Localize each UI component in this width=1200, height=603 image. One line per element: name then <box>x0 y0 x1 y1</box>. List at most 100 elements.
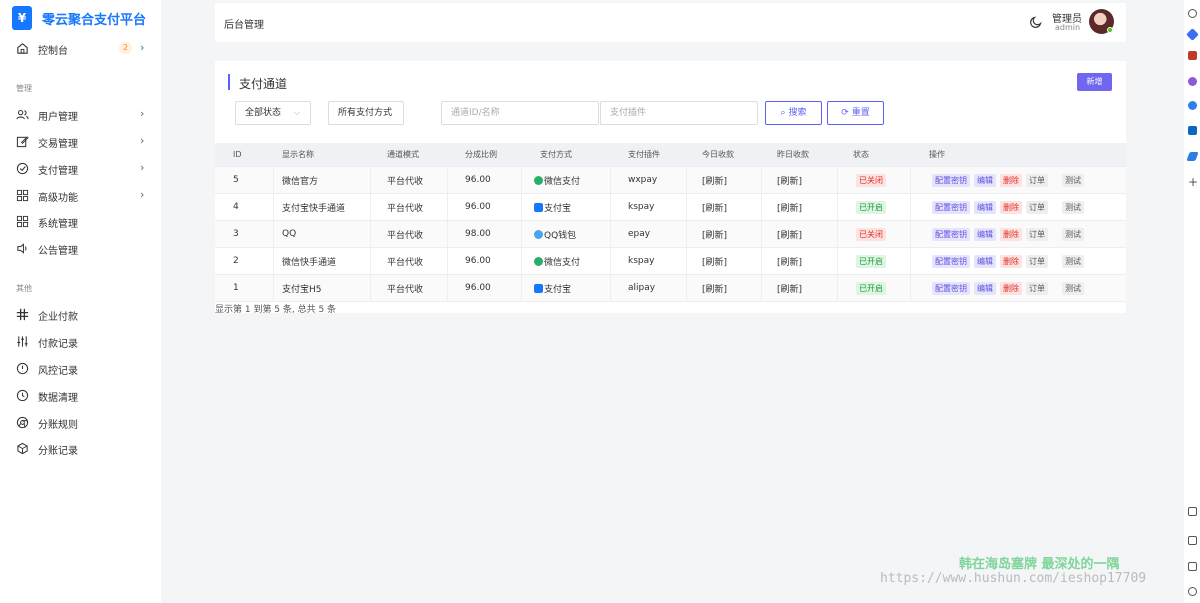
refresh-yesterday-link[interactable]: [刷新] <box>777 248 802 274</box>
edit-button[interactable]: 编辑 <box>974 281 996 295</box>
config-key-button[interactable]: 配置密钥 <box>932 254 970 268</box>
column-divider <box>370 194 371 220</box>
edit-button[interactable]: 编辑 <box>974 227 996 241</box>
sidebar-item-system[interactable]: 系统管理 <box>0 211 161 231</box>
sidebar-item-advanced[interactable]: 高级功能 › <box>0 185 161 205</box>
status-select-value: 全部状态 <box>245 108 282 118</box>
delete-button[interactable]: 删除 <box>1000 200 1022 214</box>
status-badge[interactable]: 已开启 <box>856 254 886 268</box>
status-badge[interactable]: 已关闭 <box>856 227 886 241</box>
column-divider <box>910 194 911 220</box>
screen-capture-icon[interactable] <box>1188 507 1197 516</box>
copilot-icon[interactable] <box>1188 101 1197 110</box>
alert-circle-icon <box>16 362 29 375</box>
column-header: 支付方式 <box>540 150 572 159</box>
page-title: 后台管理 <box>224 20 264 31</box>
sidebar-item-split-rules[interactable]: 分账规则 <box>0 412 161 432</box>
search-icon[interactable] <box>1188 9 1197 18</box>
gear-icon[interactable] <box>1188 587 1197 596</box>
edit-button[interactable]: 编辑 <box>974 254 996 268</box>
sidebar-item-dashboard[interactable]: 控制台 2 › <box>0 38 161 58</box>
orders-button[interactable]: 订单 <box>1026 254 1048 268</box>
sidebar-item-users[interactable]: 用户管理 › <box>0 104 161 124</box>
tag-icon[interactable] <box>1186 28 1199 41</box>
payment-method-label: 微信支付 <box>544 176 581 187</box>
sidebar-item-label: 数据清理 <box>38 393 78 404</box>
username[interactable]: admin <box>1055 23 1080 32</box>
config-key-button[interactable]: 配置密钥 <box>932 227 970 241</box>
delete-button[interactable]: 删除 <box>1000 254 1022 268</box>
send-icon[interactable] <box>1186 152 1199 161</box>
delete-button[interactable]: 删除 <box>1000 281 1022 295</box>
column-divider <box>761 275 762 301</box>
sidebar-item-enterprise-payment[interactable]: 企业付款 <box>0 304 161 324</box>
sidebar-item-split-records[interactable]: 分账记录 <box>0 438 161 458</box>
refresh-yesterday-link[interactable]: [刷新] <box>777 167 802 193</box>
refresh-yesterday-link[interactable]: [刷新] <box>777 221 802 247</box>
plugin-search-input[interactable]: 支付插件 <box>600 101 758 125</box>
status-badge[interactable]: 已开启 <box>856 200 886 214</box>
chevron-right-icon: › <box>140 161 145 174</box>
cell-mode: 平台代收 <box>387 257 424 268</box>
status-select[interactable]: 全部状态 ⌵ <box>235 101 311 125</box>
sidebar-item-payments[interactable]: 支付管理 › <box>0 158 161 178</box>
refresh-today-link[interactable]: [刷新] <box>702 167 727 193</box>
pagination-summary: 显示第 1 到第 5 条, 总共 5 条 <box>215 305 337 315</box>
orders-button[interactable]: 订单 <box>1026 200 1048 214</box>
briefcase-icon[interactable] <box>1188 51 1197 60</box>
orders-button[interactable]: 订单 <box>1026 281 1048 295</box>
test-button[interactable]: 测试 <box>1062 173 1084 187</box>
refresh-today-link[interactable]: [刷新] <box>702 248 727 274</box>
edit-button[interactable]: 编辑 <box>974 173 996 187</box>
grid-icon <box>16 189 29 202</box>
chevron-right-icon: › <box>140 107 145 120</box>
sidebar-item-announcements[interactable]: 公告管理 <box>0 238 161 258</box>
cell-payment-method: QQ钱包 <box>534 221 576 247</box>
sidebar-item-data-cleanup[interactable]: 数据清理 <box>0 385 161 405</box>
channel-search-input[interactable]: 通道ID/名称 <box>441 101 599 125</box>
reset-button[interactable]: ⟳ 重置 <box>827 101 884 125</box>
refresh-today-link[interactable]: [刷新] <box>702 194 727 220</box>
search-button[interactable]: ⌕ 搜索 <box>765 101 822 125</box>
notification-badge: 2 <box>119 42 132 54</box>
qq-icon <box>534 229 543 239</box>
config-key-button[interactable]: 配置密钥 <box>932 281 970 295</box>
column-divider <box>370 275 371 301</box>
test-button[interactable]: 测试 <box>1062 227 1084 241</box>
config-key-button[interactable]: 配置密钥 <box>932 200 970 214</box>
payment-method-select[interactable]: 所有支付方式 <box>328 101 404 125</box>
sidebar-item-transactions[interactable]: 交易管理 › <box>0 131 161 151</box>
test-button[interactable]: 测试 <box>1062 200 1084 214</box>
brand[interactable]: ¥ 零云聚合支付平台 <box>12 6 146 30</box>
column-divider <box>610 194 611 220</box>
plus-icon[interactable]: + <box>1188 176 1198 188</box>
sidebar-item-risk-records[interactable]: 风控记录 <box>0 358 161 378</box>
edit-button[interactable]: 编辑 <box>974 200 996 214</box>
refresh-today-link[interactable]: [刷新] <box>702 275 727 301</box>
refresh-yesterday-link[interactable]: [刷新] <box>777 194 802 220</box>
column-divider <box>910 275 911 301</box>
column-header: 显示名称 <box>282 150 314 159</box>
test-button[interactable]: 测试 <box>1062 254 1084 268</box>
person-icon[interactable] <box>1188 77 1197 86</box>
refresh-yesterday-link[interactable]: [刷新] <box>777 275 802 301</box>
status-badge[interactable]: 已开启 <box>856 281 886 295</box>
orders-button[interactable]: 订单 <box>1026 173 1048 187</box>
delete-button[interactable]: 删除 <box>1000 227 1022 241</box>
cell-plugin: kspay <box>628 256 655 266</box>
table-row: 2 微信快手通道 平台代收 96.00 微信支付 kspay [刷新] [刷新] 已开启 配置密钥… <box>215 248 1126 275</box>
orders-button[interactable]: 订单 <box>1026 227 1048 241</box>
delete-button[interactable]: 删除 <box>1000 173 1022 187</box>
add-channel-button[interactable]: 新增 <box>1077 73 1112 91</box>
column-divider <box>521 194 522 220</box>
column-divider <box>686 194 687 220</box>
status-badge[interactable]: 已关闭 <box>856 173 886 187</box>
external-link-icon[interactable] <box>1188 562 1197 571</box>
moon-icon[interactable] <box>1029 15 1043 29</box>
sidebar-item-payment-records[interactable]: 付款记录 <box>0 331 161 351</box>
test-button[interactable]: 测试 <box>1062 281 1084 295</box>
outlook-icon[interactable] <box>1188 126 1197 135</box>
refresh-today-link[interactable]: [刷新] <box>702 221 727 247</box>
sidebar-toggle-icon[interactable] <box>1188 536 1197 545</box>
config-key-button[interactable]: 配置密钥 <box>932 173 970 187</box>
